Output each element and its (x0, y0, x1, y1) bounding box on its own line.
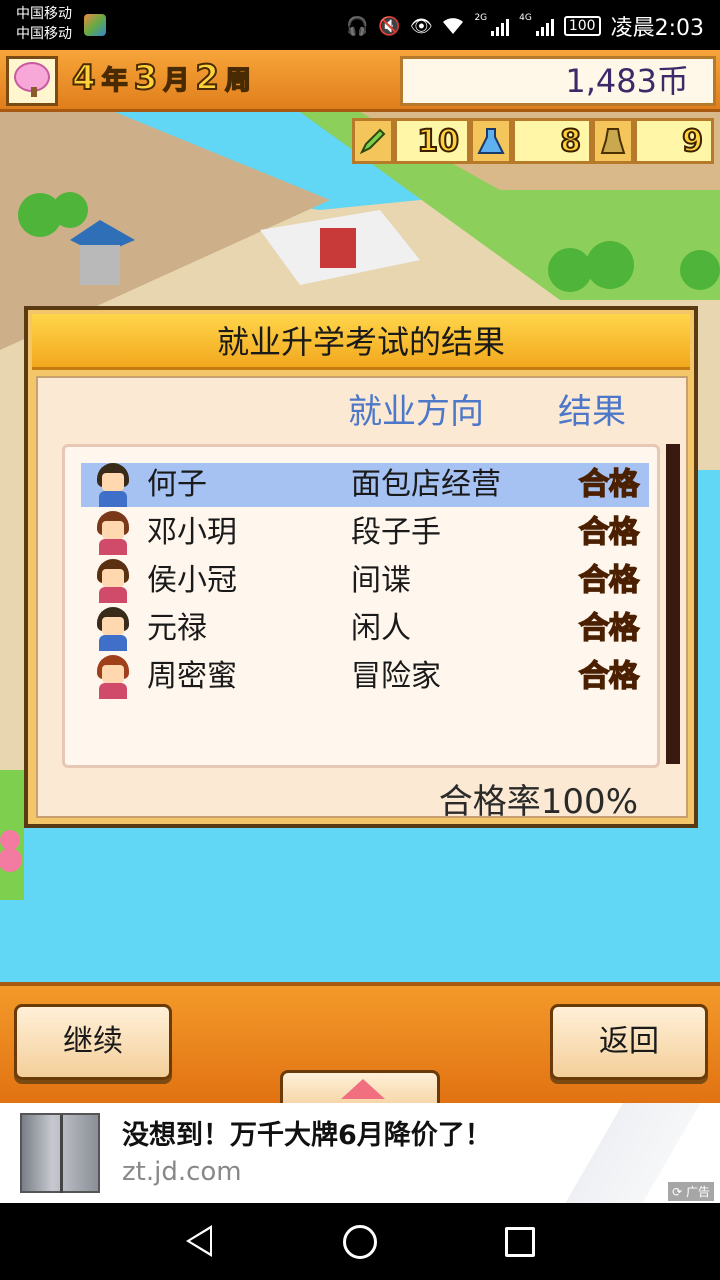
status-icons: 🎧 🔇 👁 2G 4G 100 凌晨2:03 (346, 10, 704, 42)
stat-flask-value: 8 (512, 118, 592, 164)
net-type-1: 2G (474, 13, 488, 23)
status-bar: 中国移动 中国移动 🎧 🔇 👁 2G 4G 100 凌晨2:03 (0, 0, 720, 50)
pass-rate: 合格率100% (438, 782, 638, 822)
student-career: 间谍 (351, 563, 411, 598)
student-name: 邓小玥 (147, 515, 237, 550)
student-name: 侯小冠 (147, 563, 237, 598)
ad-url[interactable]: zt.jd.com (122, 1157, 242, 1187)
mute-icon: 🔇 (378, 15, 401, 37)
nav-recent-apps-icon[interactable] (505, 1227, 535, 1257)
arrow-up-icon (341, 1079, 385, 1099)
game-scene[interactable]: 4 年 3 月 2 周 1,483币 10 8 9 就业升学考试的结果 就业方向… (0, 50, 720, 1103)
column-header-career: 就业方向 (348, 392, 484, 432)
student-career: 段子手 (351, 515, 441, 550)
result-badge: 合格 (578, 610, 640, 647)
result-badge: 合格 (578, 658, 640, 695)
month-number: 3 (133, 57, 159, 99)
year-number: 4 (71, 57, 97, 99)
student-name: 元禄 (147, 611, 207, 646)
ad-tag-label: 广告 (685, 1185, 710, 1199)
signal-icon (491, 16, 510, 36)
refrigerator-image (20, 1113, 100, 1193)
result-list[interactable]: 何子 面包店经营 合格 邓小玥 段子手 合格 侯小冠 间谍 合格 元禄 闲人 合… (62, 444, 660, 768)
student-avatar (93, 559, 133, 603)
stat-pencil-value: 10 (394, 118, 470, 164)
student-name: 何子 (147, 467, 207, 502)
dialog-body: 就业方向 结果 何子 面包店经营 合格 邓小玥 段子手 合格 侯小冠 间谍 合格… (36, 376, 688, 822)
week-number: 2 (194, 57, 220, 99)
list-item[interactable]: 侯小冠 间谍 合格 (81, 559, 649, 603)
flask-icon (470, 118, 512, 164)
net-type-2: 4G (519, 13, 532, 23)
stat-trophy-value: 9 (634, 118, 714, 164)
result-badge: 合格 (578, 514, 640, 551)
exam-result-dialog: 就业升学考试的结果 就业方向 结果 何子 面包店经营 合格 邓小玥 段子手 合格… (24, 306, 698, 828)
column-header-result: 结果 (558, 392, 626, 432)
student-career: 面包店经营 (351, 467, 501, 502)
money-counter: 1,483币 (400, 56, 716, 106)
student-career: 冒险家 (351, 659, 441, 694)
ad-tag: ⟳ 广告 (668, 1182, 714, 1201)
student-avatar (93, 463, 133, 507)
signal-icon-2 (535, 16, 554, 36)
result-badge: 合格 (578, 466, 640, 503)
student-avatar (93, 511, 133, 555)
list-item[interactable]: 何子 面包店经营 合格 (81, 463, 649, 507)
month-unit: 月 (163, 65, 191, 97)
game-date: 4 年 3 月 2 周 (71, 57, 252, 99)
system-nav-bar (0, 1203, 720, 1280)
result-badge: 合格 (578, 562, 640, 599)
dialog-title: 就业升学考试的结果 (32, 314, 690, 370)
pencil-icon (352, 118, 394, 164)
app-notification-icon (84, 14, 106, 36)
student-name: 周密蜜 (147, 659, 237, 694)
eye-icon: 👁 (410, 15, 433, 37)
list-item[interactable]: 周密蜜 冒险家 合格 (81, 655, 649, 699)
carrier-label: 中国移动 中国移动 (16, 4, 72, 44)
carrier-1: 中国移动 (16, 6, 72, 22)
list-item[interactable]: 邓小玥 段子手 合格 (81, 511, 649, 555)
expand-menu-button[interactable] (280, 1070, 440, 1103)
student-avatar (93, 655, 133, 699)
year-unit: 年 (101, 65, 129, 97)
nav-home-icon[interactable] (343, 1225, 377, 1259)
school-tree-icon[interactable] (6, 56, 58, 106)
ad-title[interactable]: 没想到！万千大牌6月降价了！ (122, 1113, 492, 1152)
carrier-2: 中国移动 (16, 26, 72, 42)
trophy-icon (592, 118, 634, 164)
week-unit: 周 (224, 65, 252, 97)
resource-stats: 10 8 9 (352, 118, 714, 164)
nav-back-icon[interactable] (186, 1225, 212, 1257)
ad-banner[interactable]: 没想到！万千大牌6月降价了！ zt.jd.com ⟳ 广告 (0, 1103, 720, 1203)
top-hud: 4 年 3 月 2 周 1,483币 (0, 50, 720, 112)
clock: 凌晨2:03 (610, 16, 704, 41)
student-career: 闲人 (351, 611, 411, 646)
continue-button[interactable]: 继续 (14, 1004, 172, 1080)
headphone-icon: 🎧 (346, 15, 369, 37)
back-button[interactable]: 返回 (550, 1004, 708, 1080)
list-scrollbar[interactable] (666, 444, 680, 764)
student-avatar (93, 607, 133, 651)
bottom-control-panel: 继续 返回 (0, 982, 720, 1103)
battery-indicator: 100 (563, 16, 601, 36)
list-item[interactable]: 元禄 闲人 合格 (81, 607, 649, 651)
wifi-icon (442, 15, 464, 37)
